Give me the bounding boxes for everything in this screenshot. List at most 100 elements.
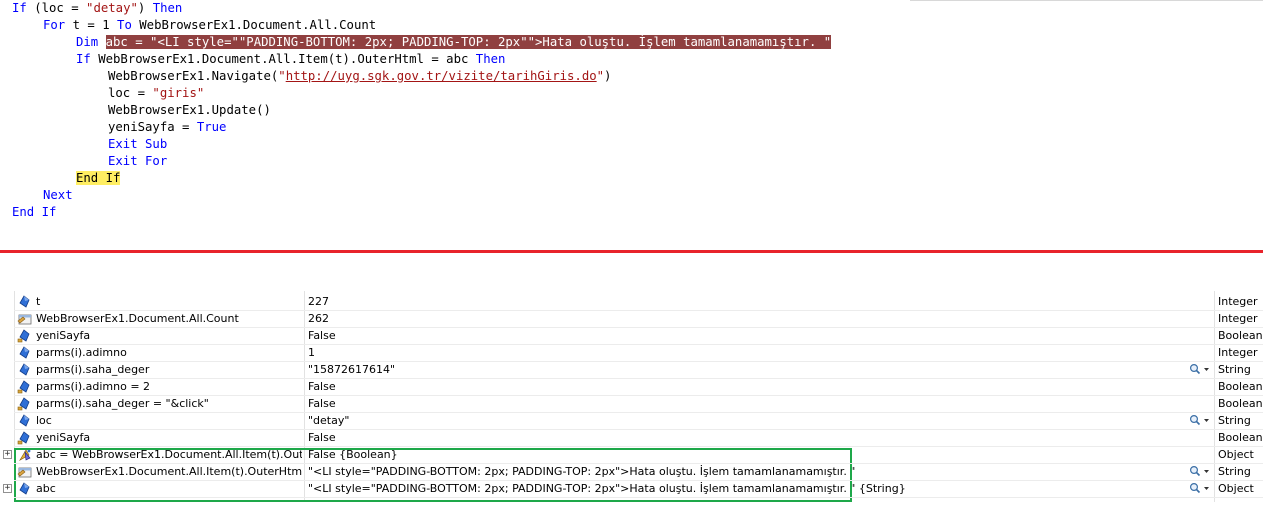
visualizer-magnifier-icon[interactable] <box>1189 414 1211 427</box>
field-icon <box>17 345 32 360</box>
code-text: WebBrowserEx1.Navigate( <box>108 69 279 83</box>
watch-value[interactable]: False <box>308 378 1188 395</box>
variable-icon <box>17 328 32 343</box>
code-line-13[interactable]: End If <box>12 204 56 221</box>
code-line-4[interactable]: If WebBrowserEx1.Document.All.Item(t).Ou… <box>76 51 505 68</box>
watch-type: String <box>1218 414 1251 427</box>
current-statement-highlight: abc = "<LI style=""PADDING-BOTTOM: 2px; … <box>105 35 832 49</box>
code-text: loc = <box>108 86 153 100</box>
watch-name[interactable]: parms(i).adimno <box>36 344 302 361</box>
watch-name[interactable]: parms(i).saha_deger = "&click" <box>36 395 302 412</box>
code-line-6[interactable]: loc = "giris" <box>108 85 204 102</box>
watch-row[interactable]: WebBrowserEx1.Document.All.Count 262 Integ… <box>0 310 1263 327</box>
watch-name[interactable]: yeniSayfa <box>36 429 302 446</box>
watch-value[interactable]: False <box>308 327 1188 344</box>
row-gridline <box>14 429 1263 430</box>
watch-value[interactable]: "15872617614" <box>308 361 1188 378</box>
keyword-exit-sub: Exit Sub <box>108 137 168 151</box>
watch-value[interactable]: "detay" <box>308 412 1188 429</box>
keyword-exit-for: Exit For <box>108 154 168 168</box>
string-literal: "detay" <box>86 1 138 15</box>
watch-name[interactable]: loc <box>36 412 302 429</box>
watch-value[interactable]: 262 <box>308 310 1188 327</box>
watch-name[interactable]: parms(i).adimno = 2 <box>36 378 302 395</box>
watch-row[interactable]: parms(i).adimno = 2 False Boolean <box>0 378 1263 395</box>
row-gridline <box>14 327 1263 328</box>
code-line-3[interactable]: Dim abc = "<LI style=""PADDING-BOTTOM: 2… <box>76 34 832 51</box>
watch-type: Boolean <box>1218 329 1263 342</box>
variable-icon <box>17 396 32 411</box>
code-text: t = 1 <box>65 18 118 32</box>
code-editor[interactable]: If (loc = "detay") Then For t = 1 To Web… <box>0 0 1263 240</box>
watch-row[interactable]: t 227 Integer <box>0 293 1263 310</box>
visualizer-magnifier-icon[interactable] <box>1189 363 1211 376</box>
field-icon <box>17 362 32 377</box>
expand-icon[interactable]: + <box>3 450 12 459</box>
code-line-8[interactable]: yeniSayfa = True <box>108 119 226 136</box>
string-quote: " <box>278 69 286 83</box>
visualizer-magnifier-icon[interactable] <box>1189 482 1211 495</box>
string-literal: "giris" <box>152 86 205 100</box>
watch-type: String <box>1218 363 1251 376</box>
watch-type: Object <box>1218 482 1254 495</box>
watch-value[interactable]: 227 <box>308 293 1188 310</box>
watch-name[interactable]: yeniSayfa <box>36 327 302 344</box>
row-gridline <box>14 412 1263 413</box>
separator-line <box>0 250 1263 253</box>
row-gridline <box>14 497 1263 498</box>
keyword-if: If <box>12 1 27 15</box>
visualizer-magnifier-icon[interactable] <box>1189 465 1211 478</box>
editor-top-rule <box>910 0 1263 1</box>
annotation-box <box>14 448 852 502</box>
watch-value[interactable]: 1 <box>308 344 1188 361</box>
keyword-if: If <box>76 52 91 66</box>
row-gridline <box>14 463 1263 464</box>
keyword-to: To <box>117 18 132 32</box>
code-text: yeniSayfa = <box>108 120 197 134</box>
code-line-1[interactable]: If (loc = "detay") Then <box>12 0 182 17</box>
code-line-2[interactable]: For t = 1 To WebBrowserEx1.Document.All.… <box>43 17 376 34</box>
code-line-9[interactable]: Exit Sub <box>108 136 167 153</box>
watch-name[interactable]: parms(i).saha_deger <box>36 361 302 378</box>
watch-name[interactable]: t <box>36 293 302 310</box>
watch-type: Integer <box>1218 312 1258 325</box>
watch-row[interactable]: parms(i).saha_deger "15872617614" String <box>0 361 1263 378</box>
keyword-for: For <box>43 18 66 32</box>
expand-icon[interactable]: + <box>3 484 12 493</box>
code-line-7[interactable]: WebBrowserEx1.Update() <box>108 102 271 119</box>
watch-name[interactable]: WebBrowserEx1.Document.All.Count <box>36 310 302 327</box>
string-quote: " <box>596 69 605 83</box>
watch-type: Object <box>1218 448 1254 461</box>
watch-row[interactable]: yeniSayfa False Boolean <box>0 327 1263 344</box>
code-text: (loc = <box>26 1 87 15</box>
keyword-next: Next <box>43 188 73 202</box>
code-line-10[interactable]: Exit For <box>108 153 167 170</box>
url-link[interactable]: http://uyg.sgk.gov.tr/vizite/tarihGiris.… <box>286 69 597 83</box>
row-gridline <box>14 361 1263 362</box>
watch-row[interactable]: parms(i).saha_deger = "&click" False Boole… <box>0 395 1263 412</box>
code-text: WebBrowserEx1.Document.All.Count <box>131 18 377 32</box>
code-line-11[interactable]: End If <box>76 170 121 187</box>
row-gridline <box>14 344 1263 345</box>
row-gridline <box>14 446 1263 447</box>
row-gridline <box>14 480 1263 481</box>
code-text: ) <box>137 1 153 15</box>
watch-row[interactable]: parms(i).adimno 1 Integer <box>0 344 1263 361</box>
field-icon <box>17 413 32 428</box>
keyword-then: Then <box>475 52 506 66</box>
watch-row[interactable]: loc "detay" String <box>0 412 1263 429</box>
code-text: WebBrowserEx1.Document.All.Item(t).Outer… <box>90 52 476 66</box>
watch-type: Boolean <box>1218 397 1263 410</box>
code-line-5[interactable]: WebBrowserEx1.Navigate("http://uyg.sgk.g… <box>108 68 611 85</box>
keyword-then: Then <box>152 1 183 15</box>
watch-value[interactable]: False <box>308 429 1188 446</box>
keyword-end-if-highlighted: End If <box>76 171 121 185</box>
code-line-12[interactable]: Next <box>43 187 73 204</box>
watch-value[interactable]: False <box>308 395 1188 412</box>
code-text: WebBrowserEx1.Update() <box>108 103 271 117</box>
row-gridline <box>14 310 1263 311</box>
keyword-end-if: End If <box>12 205 57 219</box>
watch-row[interactable]: yeniSayfa False Boolean <box>0 429 1263 446</box>
keyword-true: True <box>196 120 227 134</box>
field-icon <box>17 294 32 309</box>
